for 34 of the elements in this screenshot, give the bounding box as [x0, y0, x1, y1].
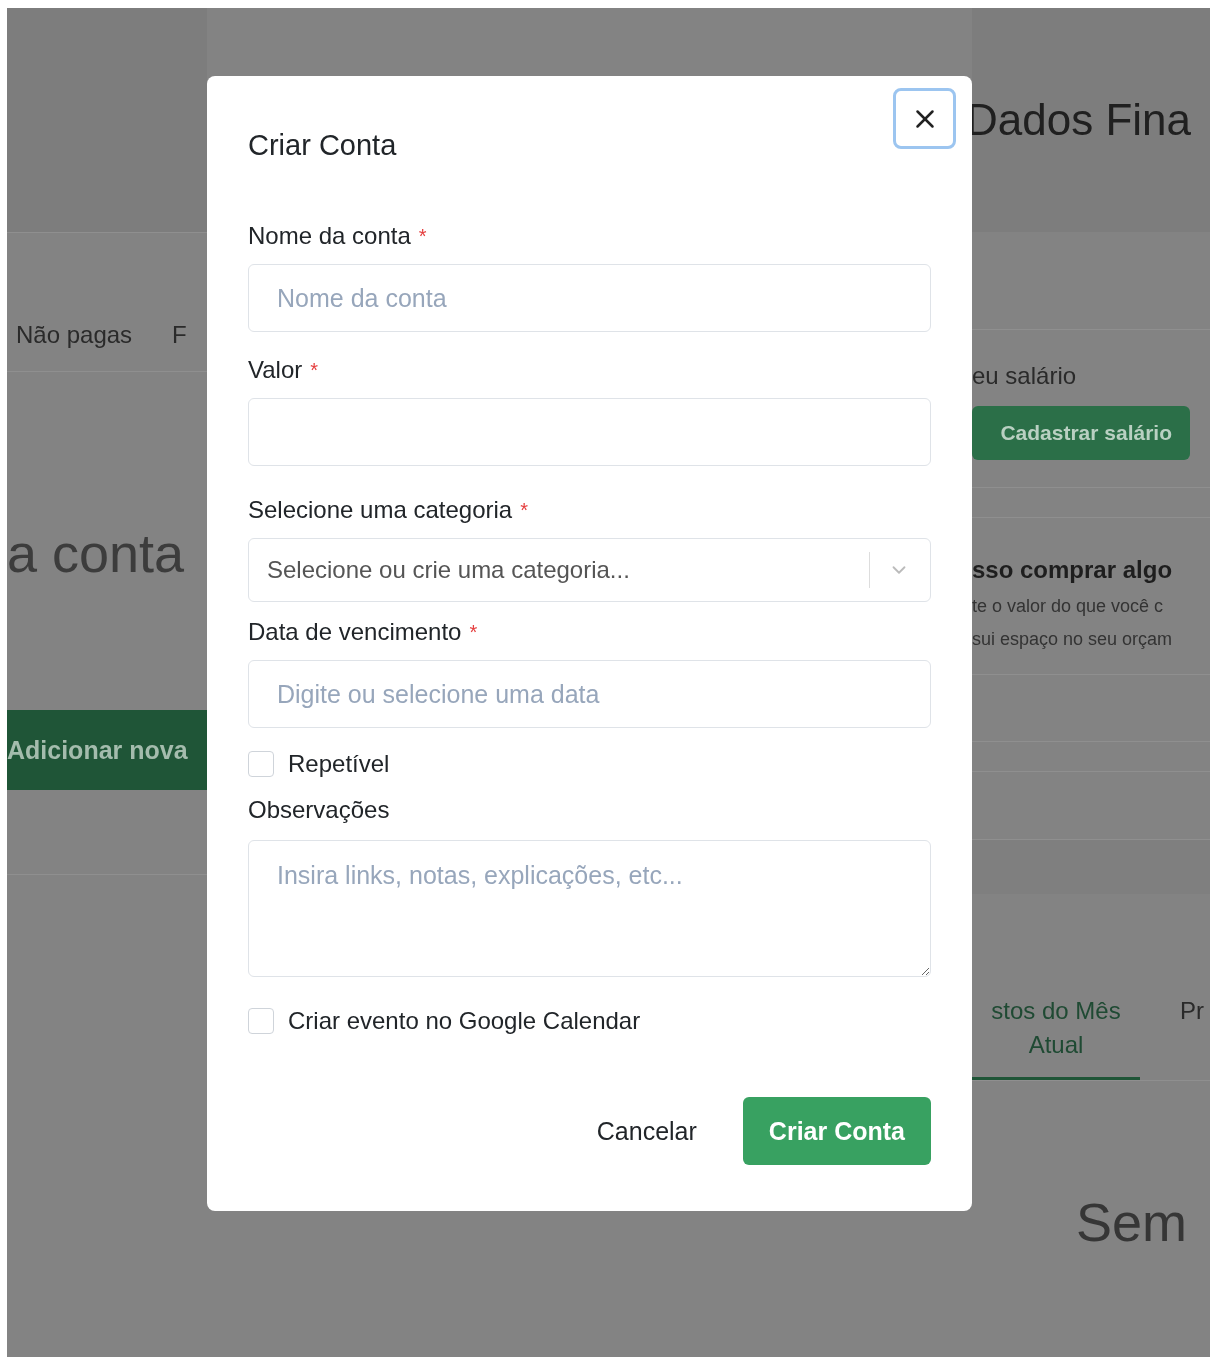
- register-salary-button[interactable]: Cadastrar salário: [972, 406, 1190, 460]
- required-mark: *: [469, 620, 478, 644]
- select-field[interactable]: Selecione ou crie uma categoria...: [248, 538, 931, 602]
- required-mark: *: [310, 358, 319, 382]
- chart-tab[interactable]: Pr: [1180, 994, 1204, 1047]
- filter-tab[interactable]: Não pagas: [16, 321, 133, 349]
- required-mark: *: [418, 224, 427, 248]
- field-label: Valor *: [248, 355, 320, 385]
- checkbox-label: Repetível: [288, 750, 390, 778]
- salary-label: eu salário: [972, 362, 1078, 390]
- section-heading: a conta: [7, 522, 186, 585]
- page-title: Dados Fina: [966, 95, 1191, 145]
- field-label: Data de vencimento *: [248, 617, 479, 647]
- card-text: te o valor do que você c: [972, 596, 1165, 617]
- cancel-button[interactable]: Cancelar: [596, 1097, 697, 1165]
- card-text: sui espaço no seu orçam: [972, 629, 1174, 650]
- field-label: Nome da conta *: [248, 221, 428, 251]
- filter-tab[interactable]: F: [172, 321, 187, 349]
- checkbox[interactable]: [248, 1008, 274, 1034]
- checkbox[interactable]: [248, 751, 274, 777]
- empty-state-text: Sem: [1076, 1191, 1189, 1254]
- required-mark: *: [520, 498, 528, 522]
- text-field[interactable]: [248, 398, 931, 466]
- field-label: Observações: [248, 795, 391, 825]
- notes-field[interactable]: Insira links, notas, explicações, etc...: [248, 840, 931, 977]
- text-field[interactable]: Nome da conta: [248, 264, 931, 332]
- card-title: sso comprar algo: [972, 556, 1174, 584]
- checkbox-label: Criar evento no Google Calendar: [288, 1007, 641, 1035]
- field-label: Selecione uma categoria *: [248, 495, 529, 525]
- text-field[interactable]: Digite ou selecione uma data: [248, 660, 931, 728]
- add-button[interactable]: Adicionar nova: [7, 710, 207, 790]
- dialog-title: Criar Conta: [248, 129, 397, 162]
- close-button[interactable]: [893, 88, 956, 149]
- create-button[interactable]: Criar Conta: [742, 1097, 931, 1165]
